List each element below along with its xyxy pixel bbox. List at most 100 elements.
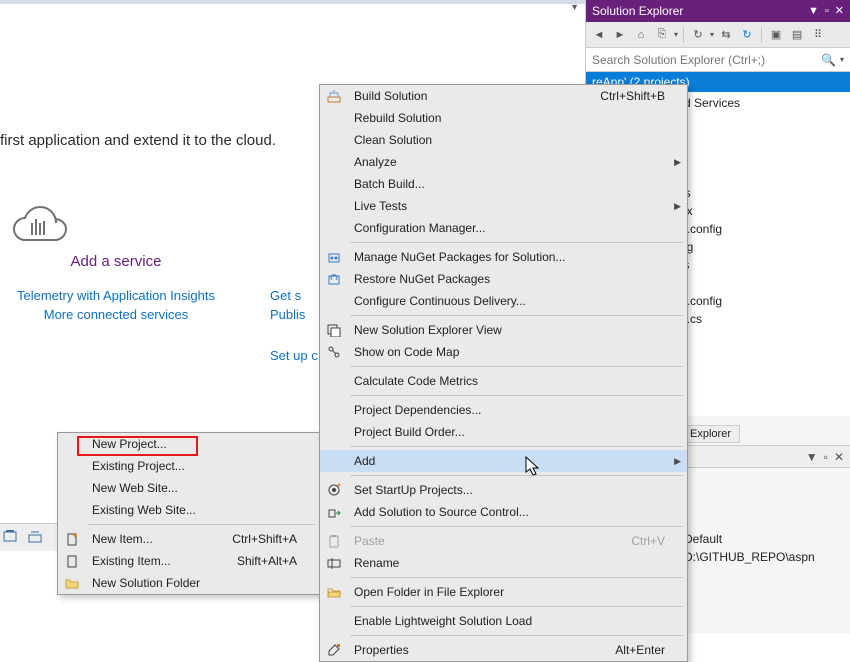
collapse-icon[interactable]: ⇆ — [717, 26, 735, 44]
menu-item-new-web-site[interactable]: New Web Site... — [58, 477, 319, 499]
startup-icon — [320, 483, 348, 497]
add-submenu: New Project... Existing Project... New Web… — [57, 432, 320, 595]
menu-shortcut: Shift+Alt+A — [237, 554, 301, 568]
menu-item-existing-item[interactable]: Existing Item...Shift+Alt+A — [58, 550, 319, 572]
search-input[interactable] — [592, 53, 821, 67]
new-view-icon — [320, 323, 348, 337]
menu-shortcut: Ctrl+Shift+A — [232, 532, 301, 546]
menu-item-existing-web-site[interactable]: Existing Web Site... — [58, 499, 319, 521]
close-icon[interactable]: ✕ — [835, 0, 844, 22]
solution-explorer-toolbar: ◄ ► ⌂ ⎘ ▾ ↻ ▾ ⇆ ↻ ▣ ▤ ⠿ — [586, 22, 850, 48]
submenu-arrow-icon: ▶ — [674, 201, 681, 212]
menu-label: Build Solution — [348, 89, 600, 103]
menu-item-new-item[interactable]: New Item...Ctrl+Shift+A — [58, 528, 319, 550]
menu-label: Existing Project... — [86, 459, 301, 473]
menu-label: Configure Continuous Delivery... — [348, 294, 669, 308]
submenu-arrow-icon: ▶ — [674, 157, 681, 168]
menu-item-open-folder-in-file-explorer[interactable]: Open Folder in File Explorer — [320, 581, 687, 603]
toolbar-icon-2[interactable] — [27, 528, 45, 546]
menu-item-show-on-code-map[interactable]: Show on Code Map — [320, 341, 687, 363]
menu-item-rename[interactable]: Rename — [320, 552, 687, 574]
sync-icon[interactable]: ⎘ — [653, 26, 671, 44]
menu-item-clean-solution[interactable]: Clean Solution — [320, 129, 687, 151]
menu-item-live-tests[interactable]: Live Tests▶ — [320, 195, 687, 217]
menu-item-configure-continuous-delivery[interactable]: Configure Continuous Delivery... — [320, 290, 687, 312]
new-item-icon — [58, 532, 86, 546]
menu-item-project-dependencies[interactable]: Project Dependencies... — [320, 399, 687, 421]
menu-label: Existing Web Site... — [86, 503, 301, 517]
menu-label: New Item... — [86, 532, 232, 546]
search-icon[interactable]: 🔍 — [821, 53, 836, 67]
menu-item-batch-build[interactable]: Batch Build... — [320, 173, 687, 195]
menu-label: Restore NuGet Packages — [348, 272, 669, 286]
menu-item-add[interactable]: Add ▶ — [320, 450, 687, 472]
menu-label: Set StartUp Projects... — [348, 483, 669, 497]
source-control-icon — [320, 505, 348, 519]
pin-icon[interactable]: ▫ — [825, 0, 829, 22]
menu-label: Rebuild Solution — [348, 111, 669, 125]
menu-item-calculate-code-metrics[interactable]: Calculate Code Metrics — [320, 370, 687, 392]
menu-separator — [350, 635, 683, 636]
menu-item-manage-nuget-packages-for-solution[interactable]: Manage NuGet Packages for Solution... — [320, 246, 687, 268]
show-all-icon[interactable]: ▣ — [767, 26, 785, 44]
menu-item-new-solution-explorer-view[interactable]: New Solution Explorer View — [320, 319, 687, 341]
menu-item-enable-lightweight-solution-load[interactable]: Enable Lightweight Solution Load — [320, 610, 687, 632]
menu-separator — [350, 606, 683, 607]
add-service-title: Add a service — [6, 253, 226, 270]
chevron-down-icon[interactable]: ▼ — [570, 2, 579, 12]
dropdown-icon[interactable]: ▼ — [808, 0, 819, 22]
menu-item-restore-nuget-packages[interactable]: Restore NuGet Packages — [320, 268, 687, 290]
nuget-icon — [320, 250, 348, 264]
menu-separator — [350, 366, 683, 367]
menu-label: Project Build Order... — [348, 425, 669, 439]
existing-item-icon — [58, 554, 86, 568]
close-icon[interactable]: ✕ — [834, 446, 844, 468]
menu-item-properties[interactable]: PropertiesAlt+Enter — [320, 639, 687, 661]
properties-icon[interactable]: ▤ — [788, 26, 806, 44]
telemetry-link[interactable]: Telemetry with Application Insights — [6, 288, 226, 303]
menu-item-paste: PasteCtrl+V — [320, 530, 687, 552]
menu-item-build-solution[interactable]: Build SolutionCtrl+Shift+B — [320, 85, 687, 107]
menu-label: Add — [348, 454, 669, 468]
menu-label: New Project... — [86, 437, 301, 451]
menu-label: Batch Build... — [348, 177, 669, 191]
menu-item-new-solution-folder[interactable]: New Solution Folder — [58, 572, 319, 594]
folder-icon — [58, 576, 86, 590]
menu-item-project-build-order[interactable]: Project Build Order... — [320, 421, 687, 443]
menu-label: Calculate Code Metrics — [348, 374, 669, 388]
menu-label: Add Solution to Source Control... — [348, 505, 669, 519]
pin-icon[interactable]: ▫ — [824, 446, 828, 468]
restore-icon — [320, 272, 348, 286]
forward-icon[interactable]: ► — [611, 26, 629, 44]
menu-separator — [350, 242, 683, 243]
toolbar-icon-1[interactable] — [2, 528, 20, 546]
menu-item-analyze[interactable]: Analyze▶ — [320, 151, 687, 173]
history-icon[interactable]: ↻ — [689, 26, 707, 44]
menu-item-rebuild-solution[interactable]: Rebuild Solution — [320, 107, 687, 129]
menu-label: Paste — [348, 534, 631, 548]
paste-icon — [320, 534, 348, 548]
menu-item-add-solution-to-source-control[interactable]: Add Solution to Source Control... — [320, 501, 687, 523]
menu-shortcut: Alt+Enter — [615, 643, 669, 657]
menu-separator — [350, 446, 683, 447]
menu-label: Manage NuGet Packages for Solution... — [348, 250, 669, 264]
menu-item-configuration-manager[interactable]: Configuration Manager... — [320, 217, 687, 239]
refresh-icon[interactable]: ↻ — [738, 26, 756, 44]
menu-shortcut: Ctrl+Shift+B — [600, 89, 669, 103]
solution-explorer-search[interactable]: 🔍 ▾ — [586, 48, 850, 72]
build-icon — [320, 89, 348, 103]
dropdown-icon[interactable]: ▼ — [806, 446, 818, 468]
menu-item-new-project[interactable]: New Project... — [58, 433, 319, 455]
home-icon[interactable]: ⌂ — [632, 26, 650, 44]
menu-item-set-startup-projects[interactable]: Set StartUp Projects... — [320, 479, 687, 501]
menu-label: Open Folder in File Explorer — [348, 585, 669, 599]
menu-item-existing-project[interactable]: Existing Project... — [58, 455, 319, 477]
back-icon[interactable]: ◄ — [590, 26, 608, 44]
properties-icon — [320, 643, 348, 657]
preview-icon[interactable]: ⠿ — [809, 26, 827, 44]
submenu-arrow-icon: ▶ — [674, 456, 681, 467]
more-services-link[interactable]: More connected services — [6, 307, 226, 322]
solution-explorer-title: Solution Explorer — [592, 0, 683, 22]
code-map-icon — [320, 345, 348, 359]
menu-label: New Web Site... — [86, 481, 301, 495]
